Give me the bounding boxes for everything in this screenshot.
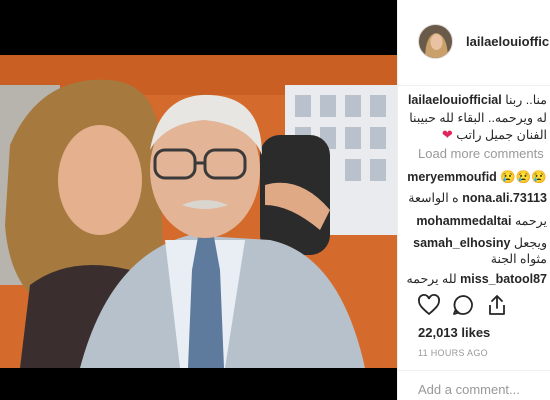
post-photo-illustration: [0, 55, 397, 368]
comment-continuation: مثواه الجنة: [491, 251, 547, 266]
comment-text: ه الواسعة: [408, 191, 459, 205]
like-count[interactable]: 22,013 likes: [418, 325, 490, 340]
profile-avatar[interactable]: [418, 24, 453, 59]
caption-text-3: الفنان جميل راتب: [456, 128, 547, 142]
post-actions: [416, 292, 550, 320]
comment-text: يرحمه: [514, 214, 547, 228]
comment-username[interactable]: miss_batool87: [460, 272, 547, 286]
add-comment-input[interactable]: Add a comment...: [418, 382, 520, 397]
comment-text: ويجعل: [513, 236, 547, 250]
comment-username[interactable]: nona.ali.73113: [462, 191, 547, 205]
comment-row: ه الواسعة nona.ali.73113: [408, 190, 547, 205]
avatar-icon: [419, 25, 452, 58]
caption-text-2: له ويرحمه.. البقاء لله حبيبنا: [409, 111, 547, 125]
load-more-comments-link[interactable]: Load more comments: [418, 146, 544, 161]
comment-row: meryemmoufid 😢😢😢: [407, 170, 547, 185]
comment-button[interactable]: [450, 292, 476, 318]
speech-bubble-icon: [453, 295, 473, 315]
share-button[interactable]: [484, 292, 510, 318]
post-media-panel: [0, 0, 397, 400]
caption-first-line: lailaelouiofficial منا.. ربنا: [408, 92, 547, 107]
comment-row: لله يرحمه miss_batool87: [407, 271, 547, 286]
red-heart-icon: ❤: [441, 127, 453, 142]
comment-username[interactable]: meryemmoufid: [407, 170, 497, 184]
post-timestamp: 11 HOURS AGO: [418, 348, 488, 358]
share-upload-icon: [489, 295, 505, 315]
post-side-panel: lailaelouiofficial lailaelouiofficial من…: [397, 0, 550, 400]
comment-row: mohammedaltai يرحمه: [416, 213, 547, 228]
comment-text: 😢😢😢: [500, 170, 547, 184]
header-username[interactable]: lailaelouiofficial: [466, 34, 550, 49]
like-button[interactable]: [416, 292, 442, 318]
comment-username[interactable]: samah_elhosiny: [413, 236, 510, 250]
post-photo[interactable]: [0, 55, 397, 368]
post-header: lailaelouiofficial: [398, 0, 550, 86]
caption-third-line: ❤ الفنان جميل راتب: [442, 127, 547, 143]
caption-text-1: منا.. ربنا: [505, 93, 547, 107]
divider: [398, 370, 550, 371]
comment-text: لله يرحمه: [406, 272, 457, 286]
comment-row: samah_elhosiny ويجعل: [413, 235, 547, 250]
heart-outline-icon: [418, 294, 440, 316]
caption-username[interactable]: lailaelouiofficial: [408, 93, 502, 107]
caption-second-line: له ويرحمه.. البقاء لله حبيبنا: [409, 110, 547, 125]
comment-username[interactable]: mohammedaltai: [416, 214, 511, 228]
comment-text: مثواه الجنة: [490, 252, 547, 266]
